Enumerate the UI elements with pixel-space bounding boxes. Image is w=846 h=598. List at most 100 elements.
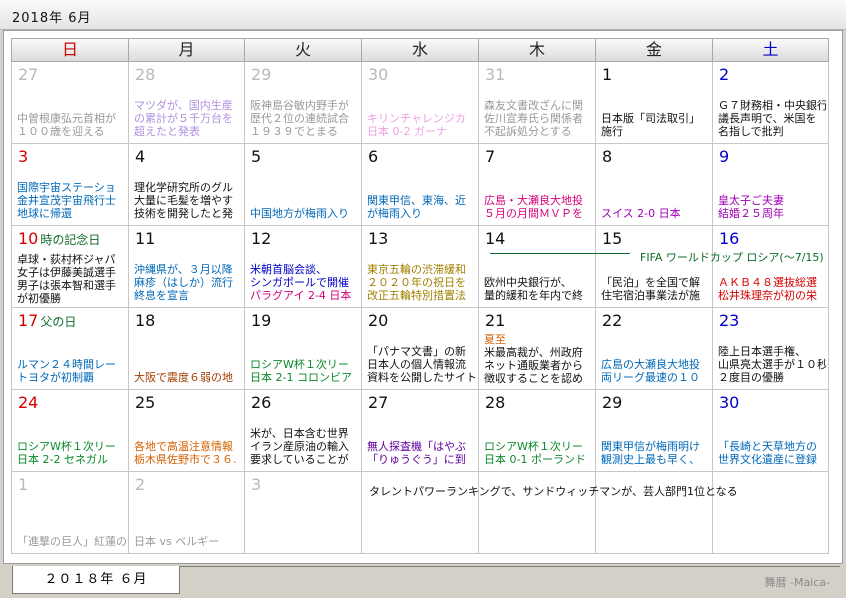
day-cell[interactable]: 19 ロシアW杯１次リー 日本 2-1 コロンビア xyxy=(245,308,362,390)
event-text[interactable]: １００歳を迎える xyxy=(17,125,127,138)
day-cell[interactable]: 8 スイス 2-0 日本 xyxy=(596,144,713,226)
event-text[interactable]: ロシアW杯１次リー xyxy=(250,358,359,371)
day-cell[interactable]: 6 関東甲信、東海、近 が梅雨入り xyxy=(362,144,479,226)
day-cell[interactable]: 25 各地で高温注意情報 栃木県佐野市で３６. xyxy=(129,390,245,472)
event-text[interactable]: 観測史上最も早く、 xyxy=(601,453,710,466)
event-text[interactable]: 中国地方が梅雨入り xyxy=(250,207,359,220)
day-cell[interactable]: 27 無人探査機「はやぶ 「りゅうぐう」に到 xyxy=(362,390,479,472)
event-text[interactable]: 卓球・荻村杯ジャパ xyxy=(17,253,127,266)
event-text[interactable]: 世界文化遺産に登録 xyxy=(718,453,826,466)
event-text[interactable]: 「りゅうぐう」に到 xyxy=(367,453,476,466)
event-text[interactable]: 両リーグ最速の１０ xyxy=(601,371,710,384)
long-event-text[interactable]: タレントパワーランキングで、サンドウィッチマンが、芸人部門1位となる xyxy=(369,483,738,499)
day-cell[interactable]: 22 広島の大瀬良大地投 両リーグ最速の１０ xyxy=(596,308,713,390)
day-cell[interactable]: 1 日本版「司法取引」 施行 xyxy=(596,62,713,144)
event-text[interactable]: 米最高裁が、州政府 xyxy=(484,346,593,359)
event-text[interactable]: ５月の月間ＭＶＰを xyxy=(484,207,593,220)
day-cell[interactable]: 30 「長崎と天草地方の 世界文化遺産に登録 xyxy=(713,390,829,472)
event-text[interactable]: 麻疹（はしか）流行 xyxy=(134,276,242,289)
event-text[interactable]: 日本 0-2 ガーナ xyxy=(367,125,476,138)
day-cell[interactable]: 28 マツダが、国内生産 の累計が５千万台を 超えたと発表 xyxy=(129,62,245,144)
event-text[interactable]: 名指しで批判 xyxy=(718,125,826,138)
event-text[interactable]: 大量に毛髪を増やす xyxy=(134,194,242,207)
day-cell[interactable]: 12 米朝首脳会談、 シンガポールで開催 パラグアイ 2-4 日本 xyxy=(245,226,362,308)
day-cell[interactable]: 30 キリンチャレンジカ 日本 0-2 ガーナ xyxy=(362,62,479,144)
day-cell[interactable]: 18 大阪で震度６弱の地 xyxy=(129,308,245,390)
day-cell[interactable]: 11 沖縄県が、３月以降 麻疹（はしか）流行 終息を宣言 xyxy=(129,226,245,308)
event-text[interactable]: 中曽根康弘元首相が xyxy=(17,112,127,125)
event-text[interactable]: が初優勝 xyxy=(17,292,127,305)
event-text[interactable]: １９３９でとまる xyxy=(250,125,359,138)
event-text[interactable]: 日本 2-2 セネガル xyxy=(17,453,127,466)
event-text[interactable]: 男子は張本智和選手 xyxy=(17,279,127,292)
event-text[interactable]: 日本版「司法取引」 xyxy=(601,112,710,125)
event-text[interactable]: ルマン２４時間レー xyxy=(17,358,127,371)
day-cell[interactable]: 27 中曽根康弘元首相が １００歳を迎える xyxy=(11,62,129,144)
event-text[interactable]: 「長崎と天草地方の xyxy=(718,440,826,453)
event-text[interactable]: 陸上日本選手権、 xyxy=(718,345,826,358)
event-text[interactable]: 施行 xyxy=(601,125,710,138)
day-cell[interactable]: 10 時の記念日 卓球・荻村杯ジャパ 女子は伊藤美誠選手 男子は張本智和選手 が初優勝 xyxy=(11,226,129,308)
day-cell[interactable]: 3 xyxy=(245,472,362,554)
event-text[interactable]: 栃木県佐野市で３６. xyxy=(134,453,242,466)
day-cell[interactable]: 4 理化学研究所のグル 大量に毛髪を増やす 技術を開発したと発 xyxy=(129,144,245,226)
event-text[interactable]: 米が、日本含む世界 xyxy=(250,427,359,440)
event-text[interactable]: 森友文書改ざんに関 xyxy=(484,99,593,112)
event-text[interactable]: Ｇ７財務相・中央銀行 xyxy=(718,99,826,112)
event-text[interactable]: 改正五輪特別措置法 xyxy=(367,289,476,302)
event-text[interactable]: シンガポールで開催 xyxy=(250,276,359,289)
day-cell[interactable]: 23 陸上日本選手権、 山県亮太選手が１０秒 ２度目の優勝 xyxy=(713,308,829,390)
event-text[interactable]: ２度目の優勝 xyxy=(718,371,826,384)
event-text[interactable]: パラグアイ 2-4 日本 xyxy=(250,289,359,302)
day-cell[interactable]: 28 ロシアW杯１次リー 日本 0-1 ポーランド xyxy=(479,390,596,472)
event-text[interactable]: ロシアW杯１次リー xyxy=(17,440,127,453)
event-text[interactable]: 理化学研究所のグル xyxy=(134,181,242,194)
event-text[interactable]: 阪神島谷敏内野手が xyxy=(250,99,359,112)
event-text[interactable]: 徴収することを認め xyxy=(484,372,593,385)
event-text[interactable]: 広島の大瀬良大地投 xyxy=(601,358,710,371)
event-text[interactable]: 結婚２５周年 xyxy=(718,207,826,220)
event-text[interactable]: 不起訴処分とする xyxy=(484,125,593,138)
event-text[interactable]: 日本 0-1 ポーランド xyxy=(484,453,593,466)
event-text[interactable]: スイス 2-0 日本 xyxy=(601,207,710,220)
event-text[interactable]: マツダが、国内生産 xyxy=(134,99,242,112)
event-text[interactable]: 要求していることが xyxy=(250,453,359,466)
event-text[interactable]: 米朝首脳会談、 xyxy=(250,263,359,276)
day-cell[interactable]: 9 皇太子ご夫妻 結婚２５周年 xyxy=(713,144,829,226)
event-text[interactable]: ２０２０年の祝日を xyxy=(367,276,476,289)
event-text[interactable]: イラン産原油の輸入 xyxy=(250,440,359,453)
event-text[interactable]: 関東甲信が梅雨明け xyxy=(601,440,710,453)
event-text[interactable]: 日本 vs ベルギー xyxy=(134,535,242,548)
tab-month[interactable]: ２０１８年 ６月 xyxy=(12,566,180,594)
day-cell[interactable]: 17 父の日 ルマン２４時間レー トヨタが初制覇 xyxy=(11,308,129,390)
event-text[interactable]: 「民泊」を全国で解 xyxy=(601,276,710,289)
day-cell[interactable]: 13 東京五輪の渋滞緩和 ２０２０年の祝日を 改正五輪特別措置法 xyxy=(362,226,479,308)
event-text[interactable]: キリンチャレンジカ xyxy=(367,112,476,125)
day-cell[interactable]: 26 米が、日本含む世界 イラン産原油の輸入 要求していることが xyxy=(245,390,362,472)
day-cell[interactable]: 29 関東甲信が梅雨明け 観測史上最も早く、 xyxy=(596,390,713,472)
event-text[interactable]: 各地で高温注意情報 xyxy=(134,440,242,453)
event-text[interactable]: トヨタが初制覇 xyxy=(17,371,127,384)
day-cell[interactable]: 14 欧州中央銀行が、 量的緩和を年内で終 xyxy=(479,226,596,308)
event-text[interactable]: 金井宣茂宇宙飛行士 xyxy=(17,194,127,207)
event-text[interactable]: 沖縄県が、３月以降 xyxy=(134,263,242,276)
event-text[interactable]: 超えたと発表 xyxy=(134,125,242,138)
event-text[interactable]: 女子は伊藤美誠選手 xyxy=(17,266,127,279)
day-cell[interactable]: 20 「パナマ文書」の新日本人の個人情報流資料を公開したサイトの会 xyxy=(362,308,479,390)
event-text[interactable]: ネット通販業者から xyxy=(484,359,593,372)
event-text[interactable]: の累計が５千万台を xyxy=(134,112,242,125)
day-cell[interactable]: 2 Ｇ７財務相・中央銀行 議長声明で、米国を 名指しで批判 xyxy=(713,62,829,144)
event-text[interactable]: 歴代２位の連続試合 xyxy=(250,112,359,125)
event-text[interactable]: 日本人の個人情報流 xyxy=(367,358,476,371)
event-text[interactable]: 大阪で震度６弱の地 xyxy=(134,371,242,384)
event-text[interactable]: ロシアW杯１次リー xyxy=(484,440,593,453)
day-cell[interactable]: 16 ＡＫＢ４８選抜総選 松井珠理奈が初の栄 xyxy=(713,226,829,308)
event-text[interactable]: 山県亮太選手が１０秒 xyxy=(718,358,826,371)
event-text[interactable]: 松井珠理奈が初の栄 xyxy=(718,289,826,302)
event-text[interactable]: 皇太子ご夫妻 xyxy=(718,194,826,207)
day-cell[interactable]: 2 日本 vs ベルギー xyxy=(129,472,245,554)
event-text[interactable]: 「進撃の巨人」紅蓮の xyxy=(17,535,127,548)
event-text[interactable]: 広島・大瀬良大地投 xyxy=(484,194,593,207)
day-cell[interactable]: 29 阪神島谷敏内野手が 歴代２位の連続試合 １９３９でとまる xyxy=(245,62,362,144)
day-cell[interactable]: 31 森友文書改ざんに関 佐川宣寿氏ら関係者 不起訴処分とする xyxy=(479,62,596,144)
